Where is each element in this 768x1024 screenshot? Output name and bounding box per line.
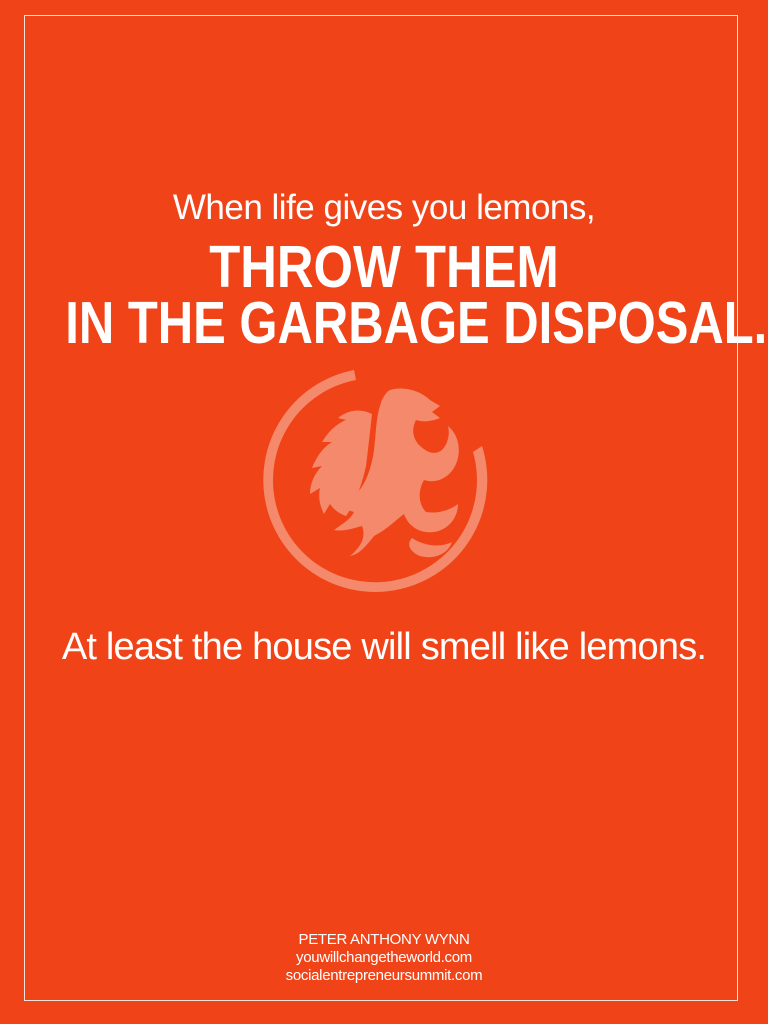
credit-website-2: socialentrepreneursummit.com <box>285 967 483 984</box>
credit-author: PETER ANTHONY WYNN <box>298 931 470 948</box>
credits: PETER ANTHONY WYNN youwillchangetheworld… <box>0 931 768 985</box>
intro-line: When life gives you lemons, <box>172 188 596 227</box>
headline-line-2: IN THE GARBAGE DISPOSAL. <box>65 290 768 356</box>
griffin-emblem-icon <box>263 370 488 592</box>
poster: When life gives you lemons, THROW THEM I… <box>0 0 768 1024</box>
headline-line-1: THROW THEM <box>209 234 559 300</box>
punchline: At least the house will smell like lemon… <box>61 626 707 668</box>
credit-website-1: youwillchangetheworld.com <box>296 949 472 966</box>
